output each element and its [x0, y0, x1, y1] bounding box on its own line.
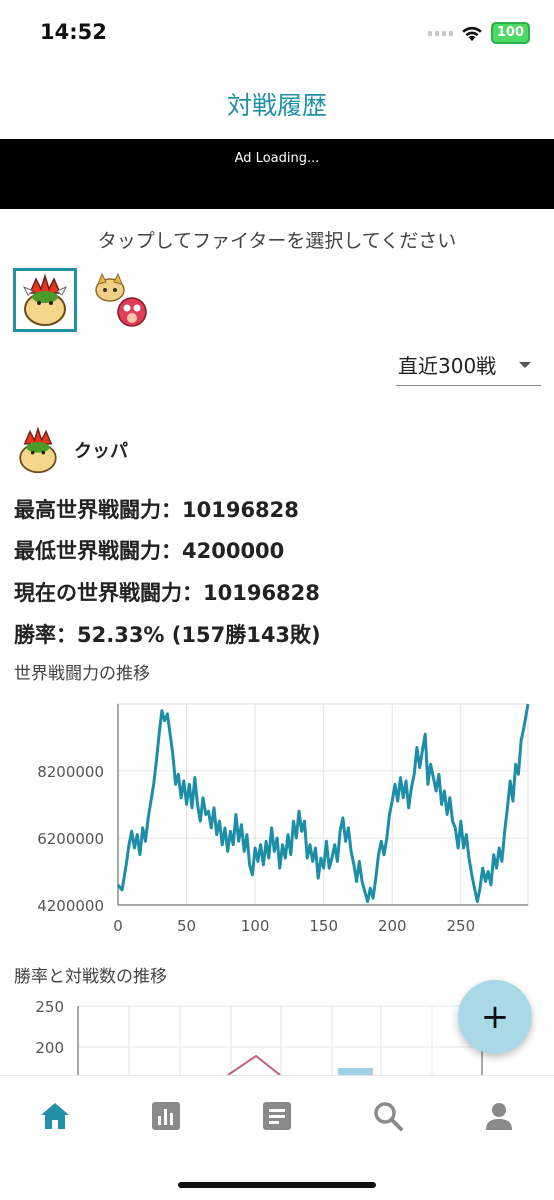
- match-range-value: 直近300戦: [398, 354, 497, 378]
- match-count-bar: [338, 1068, 373, 1075]
- x-tick-label: 50: [177, 917, 196, 935]
- x-tick-label: 150: [309, 917, 338, 935]
- current-power: 現在の世界戦闘力：10196828: [14, 581, 320, 605]
- fighter-pair-icon: [95, 272, 147, 327]
- document-icon: [263, 1102, 291, 1130]
- y-tick-label: 4200000: [37, 897, 104, 915]
- nav-stats[interactable]: [146, 1096, 186, 1136]
- fighter-pair-button[interactable]: [90, 268, 152, 330]
- plot-area: [117, 703, 529, 906]
- highest-power: 最高世界戦闘力：10196828: [14, 498, 299, 522]
- lowest-power: 最低世界戦闘力：4200000: [14, 539, 285, 563]
- home-icon: [41, 1103, 69, 1129]
- winrate-trend-label: 勝率と対戦数の推移: [14, 967, 167, 987]
- character-name: クッパ: [74, 441, 128, 462]
- status-bar: 14:52 100: [0, 0, 554, 66]
- win-rate: 勝率：52.33% (157勝143敗): [14, 623, 321, 647]
- power-trend-chart: 0 50 100 150 200 250 4200000 6200000 8200000: [37, 703, 530, 935]
- character-header: クッパ: [14, 426, 128, 474]
- ad-banner[interactable]: Ad Loading...: [0, 139, 554, 209]
- page-title: 対戦履歴: [226, 91, 327, 120]
- y-tick-label: 200: [35, 1039, 64, 1057]
- status-time: 14:52: [40, 20, 107, 44]
- winrate-series-line: [227, 1054, 281, 1075]
- nav-profile[interactable]: [479, 1096, 519, 1136]
- person-icon: [486, 1103, 512, 1130]
- battery-icon: 100: [490, 22, 530, 44]
- y-tick-label: 8200000: [37, 763, 104, 781]
- status-indicators: 100: [427, 22, 530, 44]
- cellular-signal-icon: [427, 30, 453, 36]
- x-tick-label: 0: [113, 917, 123, 935]
- nav-history[interactable]: [257, 1096, 297, 1136]
- home-indicator: [178, 1182, 376, 1188]
- wifi-icon: [462, 26, 482, 41]
- x-tick-label: 200: [378, 917, 407, 935]
- add-match-button[interactable]: +: [458, 980, 532, 1054]
- match-range-select[interactable]: 直近300戦: [396, 344, 541, 386]
- fighter-bowser-button[interactable]: [13, 268, 77, 332]
- bowser-icon: [22, 273, 68, 326]
- search-icon: [374, 1102, 403, 1131]
- y-tick-label: 6200000: [37, 830, 104, 848]
- dropdown-arrow-icon: [519, 361, 531, 368]
- y-tick-label: 250: [35, 998, 64, 1016]
- nav-home[interactable]: [35, 1096, 75, 1136]
- power-series-line: [116, 703, 530, 904]
- bar-chart-icon: [152, 1102, 180, 1130]
- x-tick-label: 250: [446, 917, 475, 935]
- bowser-avatar-icon: [19, 426, 57, 474]
- power-trend-label: 世界戦闘力の推移: [14, 664, 150, 684]
- fighter-instruction: タップしてファイターを選択してください: [97, 230, 457, 252]
- nav-search[interactable]: [368, 1096, 408, 1136]
- x-tick-label: 100: [241, 917, 270, 935]
